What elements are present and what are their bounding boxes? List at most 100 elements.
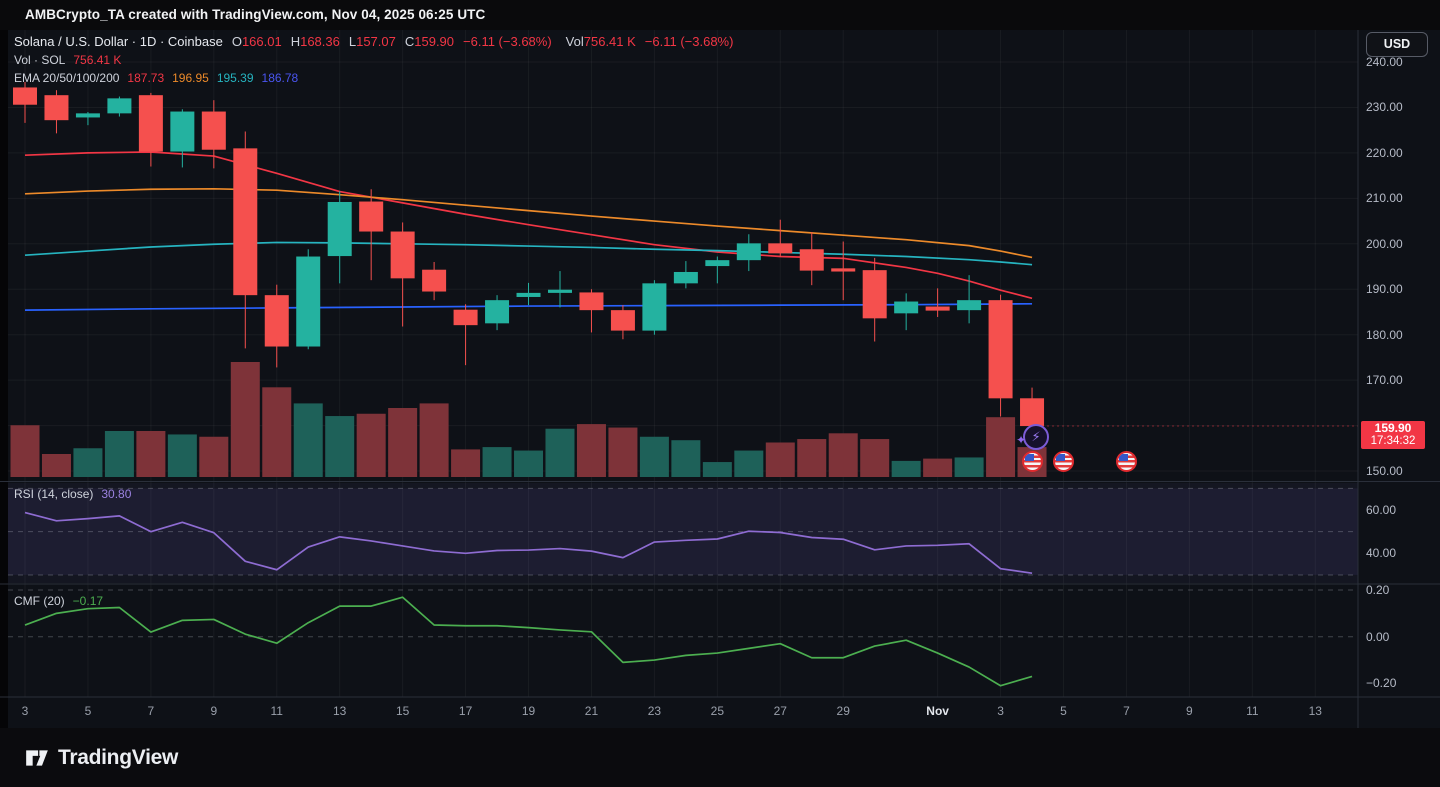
volume-bar	[293, 403, 323, 477]
symbol-title[interactable]: Solana / U.S. Dollar · 1D · Coinbase	[14, 34, 223, 49]
volume-bar	[954, 457, 984, 477]
bar-countdown: 17:34:32	[1370, 435, 1416, 447]
flag-canton	[1118, 454, 1128, 461]
us-flag-event-icon[interactable]	[1053, 451, 1074, 472]
volume-bar	[986, 417, 1016, 477]
candle-body	[75, 113, 100, 118]
lightning-event-icon[interactable]: ⚡	[1023, 424, 1050, 450]
candle-body	[642, 283, 667, 331]
volume-bar	[230, 362, 260, 477]
flag-canton	[1024, 454, 1034, 461]
currency-toggle-button[interactable]: USD	[1366, 32, 1428, 57]
candle-body	[390, 231, 415, 279]
ema-value: 196.95	[172, 71, 209, 85]
volume-bar	[419, 403, 449, 477]
volume-row-value: 756.41 K	[73, 53, 122, 67]
open-value: 166.01	[241, 34, 282, 49]
candle-body	[138, 95, 163, 152]
cmf-indicator-legend[interactable]: CMF (20) −0.17	[14, 594, 103, 608]
high-value: 168.36	[300, 34, 340, 49]
candle-body	[894, 301, 919, 314]
candle-body	[610, 310, 635, 331]
candle-body	[925, 306, 950, 311]
close-value: 159.90	[414, 34, 455, 49]
legend-main-row: Solana / U.S. Dollar · 1D · Coinbase O166…	[14, 34, 733, 49]
us-flag-event-icon[interactable]	[1115, 451, 1137, 472]
volume-label: Vol	[565, 34, 584, 49]
low-value: 157.07	[356, 34, 396, 49]
flag-canton	[1056, 454, 1065, 461]
ema-indicator-row[interactable]: EMA 20/50/100/200 187.73 196.95 195.39 186.7…	[14, 71, 733, 85]
candle-body	[705, 260, 730, 267]
volume-bar	[828, 433, 858, 477]
candle-body	[422, 269, 447, 292]
chart-legend[interactable]: Solana / U.S. Dollar · 1D · Coinbase O166…	[14, 34, 733, 85]
candle-body	[516, 292, 541, 297]
volume-bar	[356, 413, 386, 477]
candle-body	[327, 201, 352, 257]
low-label: L	[348, 34, 357, 49]
chart-canvas[interactable]	[0, 0, 1440, 728]
candle-body	[453, 309, 478, 326]
ema-value: 195.39	[216, 71, 254, 85]
volume-bar	[923, 458, 953, 477]
volume-bar	[451, 449, 481, 477]
volume-bar	[388, 408, 418, 477]
rsi-indicator-legend[interactable]: RSI (14, close) 30.80	[14, 487, 131, 501]
ema-row-label: EMA 20/50/100/200	[14, 71, 120, 85]
candle-body	[768, 243, 793, 254]
us-flag-event-icon[interactable]	[1021, 451, 1043, 472]
close-label: C	[404, 34, 415, 49]
volume-bar	[262, 387, 292, 477]
ema-value: 187.73	[127, 71, 165, 85]
volume-bar	[797, 439, 827, 477]
volume-row-label: Vol · SOL	[14, 53, 66, 67]
rsi-value: 30.80	[101, 487, 132, 501]
last-price: 159.90	[1374, 421, 1412, 435]
cmf-label: CMF (20)	[14, 594, 65, 608]
candle-body	[862, 270, 887, 319]
volume-bar	[671, 440, 701, 477]
volume-bar	[104, 431, 134, 477]
candle-body	[359, 201, 384, 232]
high-label: H	[290, 34, 301, 49]
cmf-value: −0.17	[72, 594, 104, 608]
candle-body	[233, 148, 258, 296]
volume-bar	[765, 442, 795, 477]
candle-body	[13, 87, 37, 105]
volume-bar	[167, 434, 197, 477]
volume-change: −6.11 (−3.68%)	[644, 34, 734, 49]
volume-bar	[482, 447, 512, 477]
volume-indicator-row[interactable]: Vol · SOL 756.41 K	[14, 53, 733, 67]
candle-body	[547, 289, 572, 293]
volume-bar	[514, 450, 544, 477]
candle-body	[736, 243, 761, 261]
watermark-bar: AMBCrypto_TA created with TradingView.co…	[0, 0, 1440, 30]
volume-bar	[734, 450, 764, 477]
volume-bar	[199, 436, 229, 477]
volume-bar	[860, 439, 890, 477]
candle-body	[579, 292, 604, 311]
candle-body	[170, 111, 195, 152]
volume-bar	[608, 427, 638, 477]
candle-body	[1020, 398, 1045, 427]
watermark-text: AMBCrypto_TA created with TradingView.co…	[25, 7, 486, 22]
candle-body	[673, 271, 698, 284]
ema-value: 186.78	[261, 71, 299, 85]
candle-body	[988, 300, 1013, 399]
candle-body	[264, 295, 289, 347]
rsi-label: RSI (14, close)	[14, 487, 94, 501]
volume-bar	[576, 424, 606, 477]
volume-bar	[73, 448, 103, 477]
last-price-badge: 159.90 17:34:32	[1361, 421, 1425, 449]
candle-body	[831, 268, 856, 272]
volume-bar	[702, 462, 732, 477]
open-label: O	[231, 34, 242, 49]
volume-bar	[325, 416, 355, 477]
candle-body	[296, 256, 321, 347]
tradingview-logo[interactable]: TradingView	[24, 745, 178, 771]
candle-body	[107, 98, 132, 114]
candle-body	[201, 111, 226, 150]
change-value: −6.11 (−3.68%)	[463, 34, 552, 49]
candle-body	[957, 300, 982, 311]
